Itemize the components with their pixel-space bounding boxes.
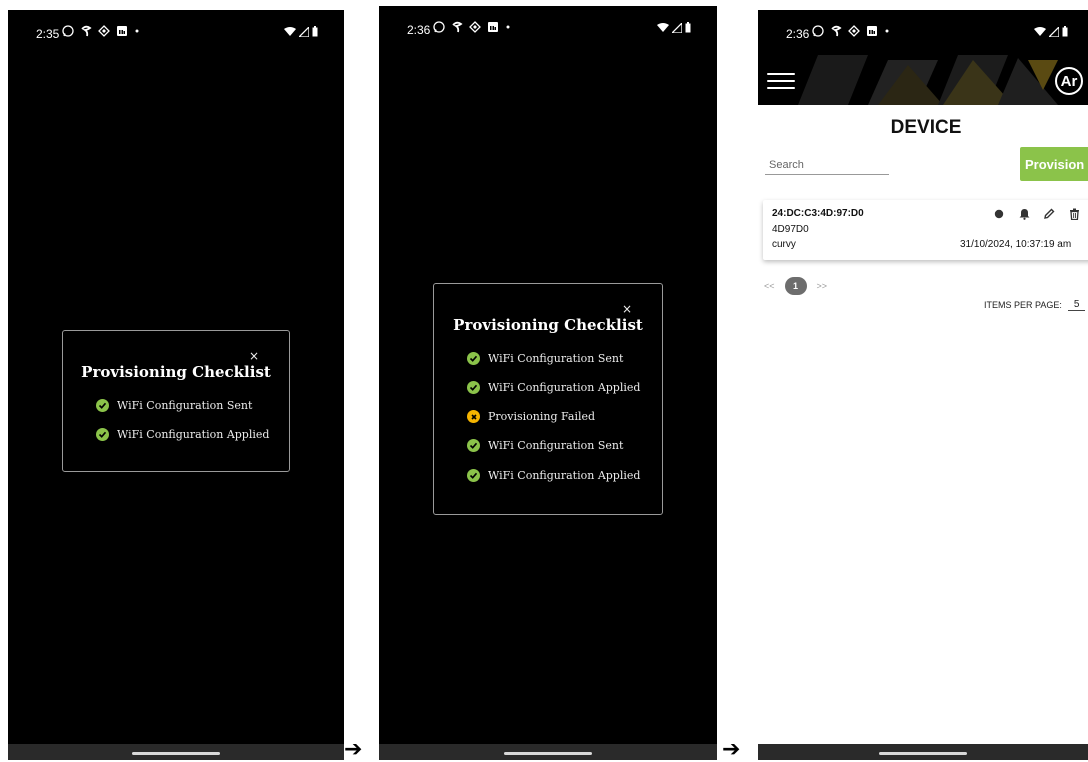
pagination-next[interactable]: >> xyxy=(817,281,828,291)
checklist-item: WiFi Configuration Sent xyxy=(467,439,623,452)
checklist-item-label: WiFi Configuration Applied xyxy=(117,428,270,441)
check-circle-icon xyxy=(96,399,109,412)
home-handle[interactable] xyxy=(879,752,967,755)
signal-icon xyxy=(299,26,309,37)
nav-bar xyxy=(758,744,1088,760)
device-name: curvy xyxy=(772,239,796,250)
battery-icon xyxy=(685,22,691,33)
status-time: 2:36 xyxy=(786,27,810,41)
home-handle[interactable] xyxy=(132,752,220,755)
device-card[interactable]: 24:DC:C3:4D:97:D0 4D97D0 curvy 31/10/202… xyxy=(763,200,1088,260)
items-per-page: ITEMS PER PAGE: 5 xyxy=(984,299,1086,311)
pagination-prev[interactable]: << xyxy=(764,281,775,291)
whatsapp-icon xyxy=(62,25,74,37)
status-bar: 2:36 xyxy=(379,6,717,52)
status-bar: 2:35 xyxy=(8,10,344,56)
checklist-item-label: WiFi Configuration Sent xyxy=(488,439,624,452)
page-title: DEVICE xyxy=(890,117,962,138)
pagination: << 1 >> xyxy=(764,277,827,295)
checklist-item: WiFi Configuration Applied xyxy=(467,469,640,482)
status-dot-icon xyxy=(993,208,1005,220)
check-circle-icon xyxy=(96,428,109,441)
dot-icon xyxy=(885,29,889,33)
flow-arrow: ➔ xyxy=(344,737,363,762)
diamond-app-icon xyxy=(469,21,481,33)
wifi-icon xyxy=(284,26,296,36)
checklist-item: Provisioning Failed xyxy=(467,410,595,423)
provisioning-dialog: × Provisioning Checklist WiFi Configurat… xyxy=(433,283,663,515)
nav-bar xyxy=(8,744,344,760)
provisioning-dialog: × Provisioning Checklist WiFi Configurat… xyxy=(62,330,290,472)
check-circle-icon xyxy=(467,439,480,452)
linkedin-icon xyxy=(488,22,498,32)
diamond-app-icon xyxy=(848,25,860,37)
signal-icon xyxy=(672,22,682,33)
nav-bar xyxy=(379,744,717,760)
checklist-item-label: WiFi Configuration Sent xyxy=(117,399,253,412)
checklist-item: WiFi Configuration Applied xyxy=(96,428,269,441)
wifi-icon xyxy=(657,22,669,32)
device-timestamp: 31/10/2024, 10:37:19 am xyxy=(960,239,1072,250)
device-short-id: 4D97D0 xyxy=(772,224,809,235)
swirl-app-icon xyxy=(831,25,842,37)
delete-icon[interactable] xyxy=(1068,208,1080,220)
dot-icon xyxy=(135,29,139,33)
search-input[interactable] xyxy=(765,156,889,175)
dialog-title: Provisioning Checklist xyxy=(81,363,271,381)
checklist-item-label: WiFi Configuration Applied xyxy=(488,469,641,482)
provision-button[interactable]: Provision xyxy=(1020,147,1088,181)
linkedin-icon xyxy=(117,26,127,36)
checklist-item: WiFi Configuration Applied xyxy=(467,381,640,394)
dialog-title: Provisioning Checklist xyxy=(453,316,643,334)
wifi-icon xyxy=(1034,26,1046,36)
check-circle-icon xyxy=(467,469,480,482)
device-mac: 24:DC:C3:4D:97:D0 xyxy=(772,208,864,219)
error-circle-icon xyxy=(467,410,480,423)
menu-icon[interactable] xyxy=(767,73,795,91)
status-time: 2:35 xyxy=(36,27,60,41)
screen-2: 2:36 × Provisioning Checklist WiFi Confi… xyxy=(379,6,717,760)
dot-icon xyxy=(506,25,510,29)
checklist-item: WiFi Configuration Sent xyxy=(96,399,252,412)
whatsapp-icon xyxy=(812,25,824,37)
edit-icon[interactable] xyxy=(1043,208,1055,220)
swirl-app-icon xyxy=(452,21,463,33)
swirl-app-icon xyxy=(81,25,92,37)
bell-icon[interactable] xyxy=(1018,208,1030,220)
items-per-page-label: ITEMS PER PAGE: xyxy=(984,300,1062,310)
checklist-item-label: WiFi Configuration Sent xyxy=(488,352,624,365)
check-circle-icon xyxy=(467,352,480,365)
status-bar: 2:36 xyxy=(758,10,1088,56)
close-icon[interactable]: × xyxy=(249,349,259,363)
check-circle-icon xyxy=(467,381,480,394)
linkedin-icon xyxy=(867,26,877,36)
signal-icon xyxy=(1049,26,1059,37)
pagination-page[interactable]: 1 xyxy=(784,277,807,295)
whatsapp-icon xyxy=(433,21,445,33)
avatar[interactable]: Ar xyxy=(1055,67,1083,95)
home-handle[interactable] xyxy=(504,752,592,755)
battery-icon xyxy=(1062,26,1068,37)
checklist-item-label: Provisioning Failed xyxy=(488,410,596,423)
app-header: 2:36 Ar xyxy=(758,10,1088,105)
flow-arrow: ➔ xyxy=(722,737,741,762)
diamond-app-icon xyxy=(98,25,110,37)
checklist-item: WiFi Configuration Sent xyxy=(467,352,623,365)
battery-icon xyxy=(312,26,318,37)
status-time: 2:36 xyxy=(407,23,431,37)
items-per-page-select[interactable]: 5 xyxy=(1067,299,1086,311)
close-icon[interactable]: × xyxy=(622,302,632,316)
screen-1: 2:35 × Provisioning Checklist WiFi Confi… xyxy=(8,10,344,760)
checklist-item-label: WiFi Configuration Applied xyxy=(488,381,641,394)
screen-3: 2:36 Ar DEVICE Provision 24:DC:C3:4D:97:… xyxy=(758,10,1088,760)
